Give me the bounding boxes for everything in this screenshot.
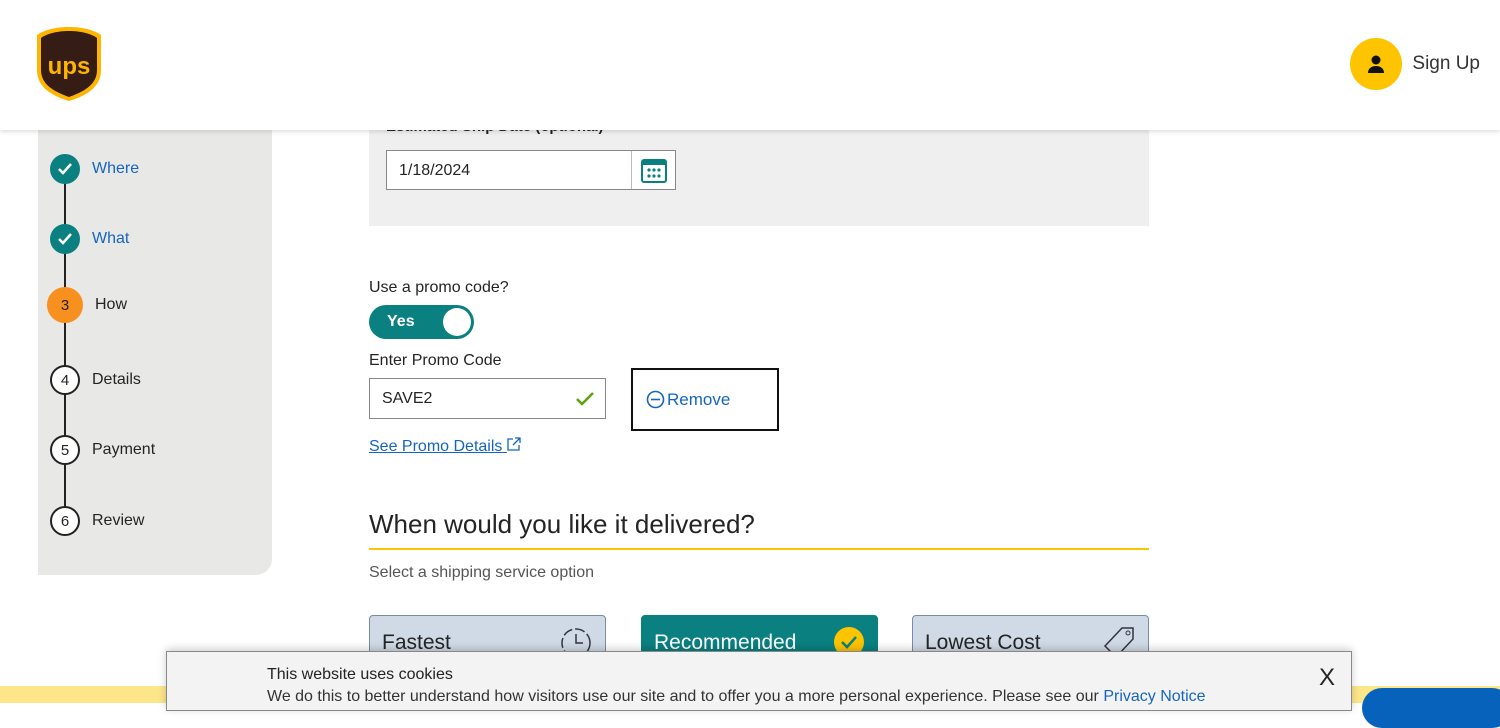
progress-stepper: Where What 3 How 4 Details 5 Payment 6 Revie… <box>38 110 272 575</box>
step-payment: 5 Payment <box>50 435 155 465</box>
check-icon <box>50 154 80 184</box>
valid-check-icon <box>576 392 594 406</box>
step-number: 3 <box>47 287 83 323</box>
cookie-banner: This website uses cookies We do this to … <box>166 651 1352 711</box>
step-label: What <box>92 230 130 247</box>
ship-date-value: 1/18/2024 <box>399 162 471 179</box>
step-number: 5 <box>50 435 80 465</box>
svg-text:ups: ups <box>48 53 91 80</box>
promo-question: Use a promo code? <box>369 279 509 296</box>
sign-up-button[interactable]: Sign Up <box>1350 38 1480 90</box>
toggle-knob <box>443 308 471 336</box>
see-promo-details-link[interactable]: See Promo Details <box>369 437 521 456</box>
external-link-icon <box>507 437 521 451</box>
minus-circle-icon <box>646 390 665 409</box>
cookie-title: This website uses cookies <box>267 666 453 683</box>
step-label: Where <box>92 160 140 177</box>
step-how: 3 How <box>47 287 128 323</box>
step-label: How <box>95 296 128 313</box>
ups-logo[interactable]: ups <box>36 26 102 107</box>
step-number: 4 <box>50 365 80 395</box>
step-number: 6 <box>50 506 80 536</box>
link-label: See Promo Details <box>369 438 503 455</box>
step-label: Details <box>92 371 141 388</box>
promo-toggle[interactable]: Yes <box>369 305 474 339</box>
privacy-notice-link[interactable]: Privacy Notice <box>1103 688 1205 705</box>
remove-label: Remove <box>667 389 731 409</box>
step-details: 4 Details <box>50 365 141 395</box>
delivery-heading: When would you like it delivered? <box>369 509 1149 550</box>
step-review: 6 Review <box>50 506 144 536</box>
delivery-subtitle: Select a shipping service option <box>369 564 595 581</box>
chat-button[interactable] <box>1362 688 1500 728</box>
step-what[interactable]: What <box>50 224 129 254</box>
ship-date-input[interactable]: 1/18/2024 <box>386 150 676 190</box>
promo-code-input[interactable]: SAVE2 <box>369 378 606 419</box>
toggle-label: Yes <box>387 313 415 330</box>
remove-promo-button[interactable]: Remove <box>631 368 779 431</box>
step-where[interactable]: Where <box>50 154 139 184</box>
close-cookie-button[interactable]: X <box>1319 664 1335 692</box>
check-icon <box>50 224 80 254</box>
cookie-text: We do this to better understand how visi… <box>267 688 1104 705</box>
step-label: Payment <box>92 441 156 458</box>
promo-value: SAVE2 <box>382 390 433 407</box>
sign-up-label: Sign Up <box>1412 53 1480 74</box>
promo-field-label: Enter Promo Code <box>369 352 502 369</box>
user-icon <box>1350 38 1403 90</box>
header: ups Sign Up <box>0 0 1500 130</box>
calendar-icon[interactable] <box>631 151 675 189</box>
step-label: Review <box>92 512 145 529</box>
